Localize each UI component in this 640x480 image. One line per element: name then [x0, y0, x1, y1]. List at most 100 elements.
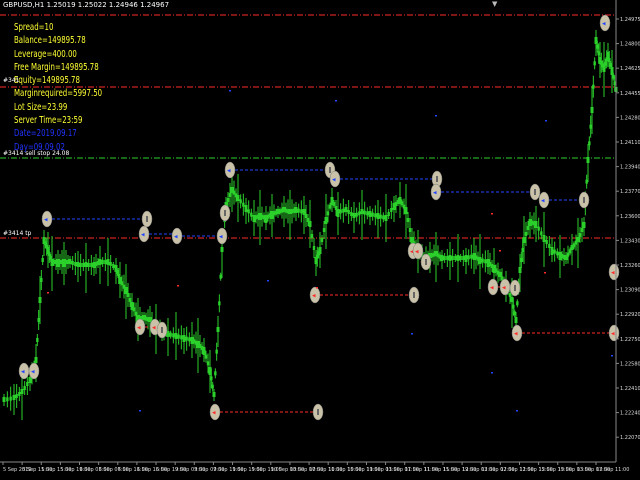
- candle-body: [484, 259, 487, 264]
- arrow-icon: ◂: [514, 330, 518, 338]
- candle-body: [310, 234, 314, 238]
- candle-body: [214, 371, 217, 376]
- arrow-icon: ◂: [611, 269, 615, 277]
- level-label-tp: #3414 tp: [3, 230, 32, 237]
- candle-body: [101, 260, 104, 264]
- candle-body: [26, 382, 29, 386]
- arrow-icon: ◂: [490, 284, 494, 292]
- marker-center: [436, 176, 438, 182]
- candle-body: [300, 209, 303, 214]
- data-dot: [335, 100, 337, 102]
- candle-body: [28, 377, 32, 383]
- data-dot: [491, 213, 493, 215]
- candle-body: [218, 301, 221, 306]
- info-server-time: Server Time=23:59: [14, 115, 83, 127]
- marker-center: [583, 197, 585, 203]
- marker-center: [224, 210, 226, 216]
- data-dot: [229, 90, 231, 92]
- candle-body: [512, 304, 515, 309]
- candle-body: [215, 349, 218, 354]
- data-dot: [611, 355, 613, 357]
- candle-body: [132, 307, 136, 312]
- marker-center: [425, 259, 427, 265]
- candle-body: [247, 209, 250, 214]
- candle-body: [339, 209, 342, 214]
- candle-body: [456, 255, 460, 261]
- y-tick-label: 1.24110: [620, 140, 640, 146]
- candle-body: [104, 260, 107, 264]
- x-tick-label: 13 Sep 11:00: [596, 467, 629, 473]
- candle-body: [366, 211, 369, 216]
- candle-body: [106, 259, 110, 265]
- arrow-icon: ◂: [415, 248, 419, 256]
- data-dot: [499, 250, 501, 252]
- y-tick-label: 1.23090: [620, 288, 640, 294]
- arrow-icon: ◂: [332, 176, 336, 184]
- info-balance: Balance=149895.78: [14, 35, 86, 47]
- data-dot: [316, 287, 318, 289]
- candle-body: [84, 262, 88, 267]
- marker-center: [534, 189, 536, 195]
- candle-body: [548, 244, 551, 248]
- candle-body: [360, 209, 364, 214]
- y-tick-label: 1.22240: [620, 411, 640, 417]
- info-spread: Spread=10: [14, 22, 54, 33]
- candle-body: [514, 317, 518, 323]
- candle-body: [342, 208, 345, 213]
- candle-body: [454, 256, 457, 260]
- symbol-header: GBPUSD,H1 1.25019 1.25022 1.24946 1.2496…: [3, 1, 170, 9]
- candle-body: [128, 298, 132, 302]
- candle-body: [481, 258, 484, 263]
- marker-center: [514, 285, 516, 291]
- candle-body: [304, 214, 308, 218]
- candle-body: [239, 199, 242, 204]
- arrow-icon: ◂: [219, 233, 223, 241]
- candle-body: [177, 334, 180, 339]
- candle-body: [322, 228, 326, 232]
- arrow-icon: ◂: [137, 324, 141, 332]
- shift-arrow-icon[interactable]: ▼: [492, 0, 497, 8]
- arrow-icon: ◂: [174, 233, 178, 241]
- arrow-icon: ◂: [21, 368, 25, 376]
- info-leverage: Leverage=400.00: [14, 48, 77, 60]
- candle-body: [174, 333, 178, 339]
- candle-body: [15, 394, 18, 398]
- candle-body: [478, 257, 482, 264]
- candle-body: [112, 264, 115, 268]
- candle-body: [79, 263, 82, 267]
- candle-body: [6, 397, 9, 402]
- arrow-icon: ◂: [152, 324, 156, 332]
- info-date: Date=2019.09.17: [14, 128, 77, 140]
- candle-body: [126, 293, 130, 297]
- candle-body: [180, 335, 183, 340]
- candle-body: [556, 251, 559, 256]
- candle-body: [537, 226, 540, 231]
- candle-body: [459, 256, 462, 260]
- candle-body: [82, 263, 85, 267]
- candle-body: [582, 222, 586, 228]
- candle-body: [534, 221, 538, 228]
- arrow-icon: ◂: [541, 197, 545, 205]
- data-dot: [47, 292, 49, 294]
- candle-body: [318, 247, 322, 254]
- candle-body: [320, 238, 324, 242]
- y-tick-label: 1.23940: [620, 165, 640, 171]
- candle-body: [540, 231, 543, 236]
- candle-body: [2, 397, 6, 402]
- candle-body: [464, 255, 468, 262]
- candle-body: [352, 213, 356, 218]
- marker-center: [329, 167, 331, 173]
- candle-body: [68, 259, 72, 264]
- y-tick-label: 1.24625: [620, 66, 640, 72]
- data-dot: [545, 120, 547, 122]
- candle-body: [226, 198, 230, 202]
- candle-body: [592, 84, 595, 89]
- candle-body: [588, 141, 591, 146]
- candle-body: [297, 208, 300, 213]
- candle-body: [172, 333, 175, 338]
- candle-body: [250, 212, 253, 217]
- candle-body: [36, 338, 39, 342]
- candle-body: [90, 263, 93, 267]
- candle-body: [451, 256, 454, 260]
- candle-body: [498, 272, 502, 277]
